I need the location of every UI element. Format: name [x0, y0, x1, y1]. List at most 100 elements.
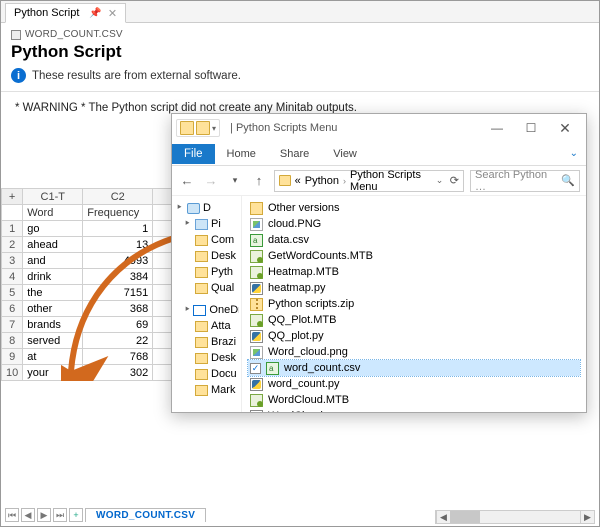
- py-icon: [250, 378, 263, 391]
- sheet-nav-last[interactable]: ⏭: [53, 508, 67, 522]
- file-name: GetWordCounts.MTB: [268, 250, 373, 262]
- close-button[interactable]: ✕: [548, 117, 582, 139]
- search-icon: 🔍: [561, 174, 575, 187]
- ribbon-tab-share[interactable]: Share: [268, 144, 321, 164]
- file-item[interactable]: cloud.PNG: [248, 216, 580, 232]
- nav-tree-item[interactable]: ⯈OneDr: [174, 302, 239, 318]
- nav-tree-item[interactable]: ⯈Pi: [174, 216, 239, 232]
- folder-icon: [195, 337, 208, 348]
- folder-icon: [195, 385, 208, 396]
- nav-back-button[interactable]: ←: [178, 172, 196, 190]
- document-tab[interactable]: Python Script 📌 ✕: [5, 3, 126, 23]
- mtb-icon: [250, 250, 263, 263]
- add-sheet-button[interactable]: +: [69, 508, 83, 522]
- mtb-icon: [250, 266, 263, 279]
- document-tabbar: Python Script 📌 ✕: [1, 1, 599, 23]
- file-name: data.csv: [268, 234, 309, 246]
- horizontal-scrollbar[interactable]: ◀ ▶: [435, 510, 595, 524]
- folder-icon: [187, 203, 200, 214]
- source-file-chip: WORD_COUNT.CSV: [11, 29, 589, 40]
- csv-icon: [266, 362, 279, 375]
- column-header[interactable]: C1-T: [23, 189, 83, 205]
- close-icon[interactable]: ✕: [108, 7, 117, 20]
- address-bar[interactable]: « Python › Python Scripts Menu ⌄ ⟳: [274, 170, 464, 192]
- nav-tree-item[interactable]: Brazi: [174, 334, 239, 350]
- active-sheet-tab[interactable]: WORD_COUNT.CSV: [85, 508, 206, 522]
- file-item[interactable]: data.csv: [248, 232, 580, 248]
- file-name: heatmap.py: [268, 282, 325, 294]
- select-all-cell[interactable]: +: [2, 189, 23, 205]
- ribbon-expand-icon[interactable]: ⌄: [562, 148, 586, 159]
- minimize-button[interactable]: —: [480, 117, 514, 139]
- folder-icon: [195, 235, 208, 246]
- file-item[interactable]: WordCloud.MTB: [248, 392, 580, 408]
- nav-tree-item[interactable]: Com: [174, 232, 239, 248]
- file-item[interactable]: WordCloud.py: [248, 408, 580, 412]
- sheet-nav-prev[interactable]: ◀: [21, 508, 35, 522]
- nav-tree-item[interactable]: Qual: [174, 280, 239, 296]
- file-item[interactable]: Other versions: [248, 200, 580, 216]
- source-filename: WORD_COUNT.CSV: [25, 29, 123, 40]
- file-item[interactable]: Word_cloud.png: [248, 344, 580, 360]
- file-list[interactable]: Other versions cloud.PNG data.csv GetWordCo…: [242, 196, 586, 412]
- column-label[interactable]: Frequency: [83, 205, 153, 221]
- folder-icon: [195, 267, 208, 278]
- ribbon-tab-home[interactable]: Home: [215, 144, 268, 164]
- nav-tree-item[interactable]: Desk: [174, 248, 239, 264]
- file-item[interactable]: ✓word_count.csv: [248, 360, 580, 376]
- file-item[interactable]: Python scripts.zip: [248, 296, 580, 312]
- checkbox[interactable]: ✓: [250, 363, 261, 374]
- nav-tree-item[interactable]: Mark: [174, 382, 239, 398]
- breadcrumb-prefix: «: [295, 175, 301, 187]
- nav-tree-item[interactable]: Docu: [174, 366, 239, 382]
- nav-history-dropdown[interactable]: ▾: [226, 172, 244, 190]
- sheet-nav-next[interactable]: ▶: [37, 508, 51, 522]
- file-item[interactable]: Heatmap.MTB: [248, 264, 580, 280]
- maximize-button[interactable]: ☐: [514, 117, 548, 139]
- file-name: cloud.PNG: [268, 218, 321, 230]
- png-icon: [250, 346, 263, 359]
- scroll-left-icon[interactable]: ◀: [436, 511, 450, 523]
- file-item[interactable]: heatmap.py: [248, 280, 580, 296]
- file-item[interactable]: GetWordCounts.MTB: [248, 248, 580, 264]
- file-item[interactable]: QQ_plot.py: [248, 328, 580, 344]
- breadcrumb[interactable]: Python: [305, 175, 339, 187]
- explorer-titlebar[interactable]: ▾ | Python Scripts Menu — ☐ ✕: [172, 114, 586, 142]
- column-header[interactable]: C2: [83, 189, 153, 205]
- nav-tree-item[interactable]: Pyth: [174, 264, 239, 280]
- address-dropdown-icon[interactable]: ⌄: [436, 175, 446, 186]
- quick-access-toolbar[interactable]: ▾: [176, 119, 220, 137]
- folder-icon: [193, 305, 206, 316]
- ribbon-tab-view[interactable]: View: [321, 144, 369, 164]
- folder-icon: [195, 219, 208, 230]
- navigation-pane[interactable]: ⯈D⯈PiComDeskPythQual⯈OneDrAttaBraziDeskD…: [172, 196, 242, 412]
- pin-icon[interactable]: 📌: [89, 8, 101, 19]
- breadcrumb[interactable]: Python Scripts Menu: [350, 169, 432, 193]
- folder-icon: [195, 321, 208, 332]
- csv-icon: [250, 234, 263, 247]
- file-item[interactable]: word_count.py: [248, 376, 580, 392]
- png-icon: [250, 218, 263, 231]
- file-explorer-window: ▾ | Python Scripts Menu — ☐ ✕ File Home …: [171, 113, 587, 413]
- nav-tree-item[interactable]: Atta: [174, 318, 239, 334]
- nav-up-button[interactable]: ↑: [250, 172, 268, 190]
- nav-tree-item[interactable]: Desk: [174, 350, 239, 366]
- scroll-right-icon[interactable]: ▶: [580, 511, 594, 523]
- search-placeholder: Search Python …: [475, 169, 557, 193]
- refresh-button[interactable]: ⟳: [450, 174, 459, 187]
- ribbon-file-tab[interactable]: File: [172, 144, 215, 164]
- file-item[interactable]: QQ_Plot.MTB: [248, 312, 580, 328]
- nav-tree-item[interactable]: ⯈D: [174, 200, 239, 216]
- folder-icon: [195, 283, 208, 294]
- folder-icon: [180, 121, 194, 135]
- file-name: word_count.py: [268, 378, 340, 390]
- search-input[interactable]: Search Python … 🔍: [470, 170, 580, 192]
- mtb-icon: [250, 314, 263, 327]
- nav-forward-button[interactable]: →: [202, 172, 220, 190]
- column-label[interactable]: Word: [23, 205, 83, 221]
- sheet-nav-first[interactable]: ⏮: [5, 508, 19, 522]
- address-row: ← → ▾ ↑ « Python › Python Scripts Menu ⌄…: [172, 166, 586, 196]
- qat-dropdown-icon[interactable]: ▾: [212, 124, 216, 133]
- folder-icon: [195, 251, 208, 262]
- folder-icon: [250, 202, 263, 215]
